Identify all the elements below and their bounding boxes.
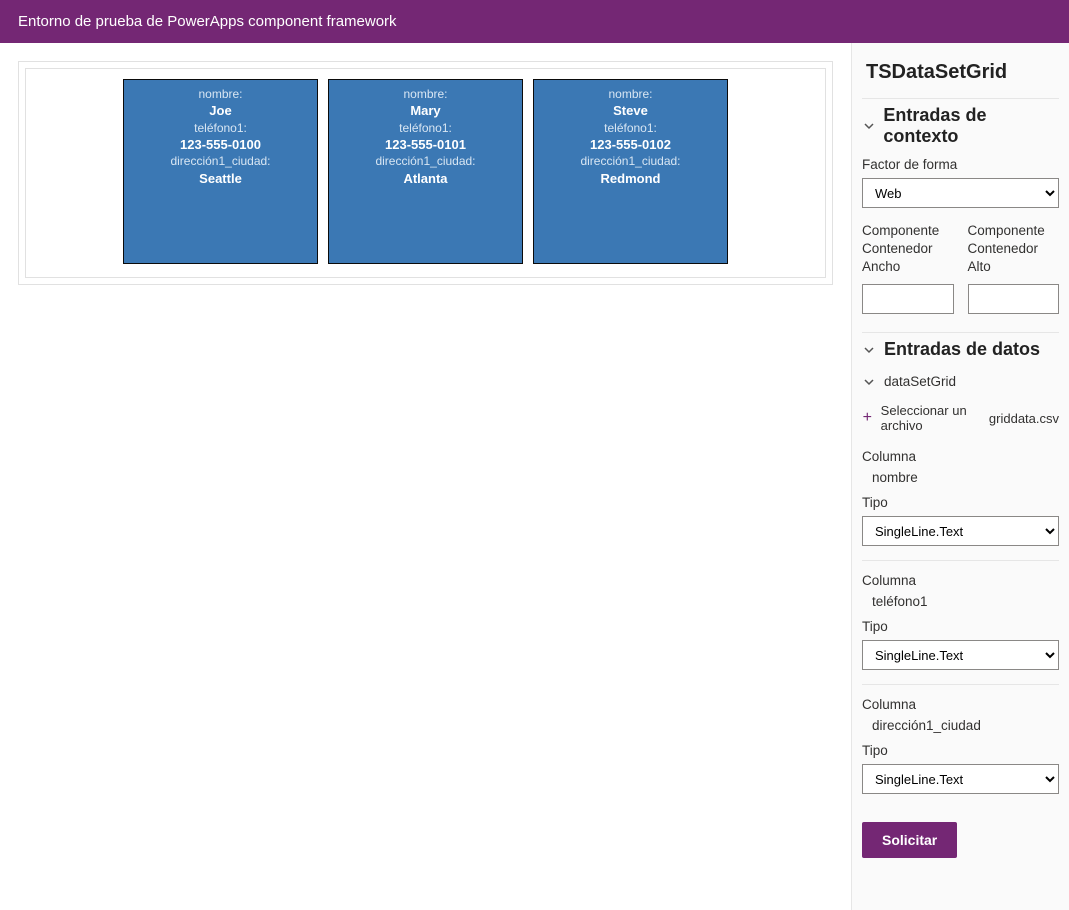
card-phone-value: 123-555-0102 bbox=[534, 136, 727, 154]
column-block: Columna nombre Tipo SingleLine.Text bbox=[862, 449, 1059, 546]
card-phone-label: teléfono1: bbox=[534, 120, 727, 136]
form-factor-field: Factor de forma Web bbox=[862, 157, 1059, 208]
canvas-inner: nombre: Joe teléfono1: 123-555-0100 dire… bbox=[25, 68, 826, 278]
card-city-value: Atlanta bbox=[329, 170, 522, 188]
selected-file-name: griddata.csv bbox=[989, 411, 1059, 426]
section-header-context[interactable]: Entradas de contexto bbox=[862, 98, 1059, 157]
card-name-label: nombre: bbox=[534, 86, 727, 102]
section-title-data: Entradas de datos bbox=[884, 339, 1040, 360]
container-dimensions: Componente Contenedor Ancho Componente C… bbox=[862, 222, 1059, 314]
chevron-down-icon bbox=[862, 375, 876, 389]
apply-button[interactable]: Solicitar bbox=[862, 822, 957, 858]
card-phone-label: teléfono1: bbox=[329, 120, 522, 136]
main-area: nombre: Joe teléfono1: 123-555-0100 dire… bbox=[0, 43, 1069, 910]
column-block: Columna teléfono1 Tipo SingleLine.Text bbox=[862, 573, 1059, 670]
card-name-label: nombre: bbox=[329, 86, 522, 102]
card-name-label: nombre: bbox=[124, 86, 317, 102]
card-city-value: Seattle bbox=[124, 170, 317, 188]
sidebar-component-name: TSDataSetGrid bbox=[866, 61, 1059, 84]
select-file-label: Seleccionar un archivo bbox=[881, 403, 981, 433]
record-card[interactable]: nombre: Steve teléfono1: 123-555-0102 di… bbox=[533, 79, 728, 264]
card-phone-value: 123-555-0101 bbox=[329, 136, 522, 154]
dataset-subsection[interactable]: dataSetGrid bbox=[862, 370, 1059, 399]
record-card[interactable]: nombre: Joe teléfono1: 123-555-0100 dire… bbox=[123, 79, 318, 264]
select-file-row[interactable]: + Seleccionar un archivo griddata.csv bbox=[862, 399, 1059, 449]
record-card[interactable]: nombre: Mary teléfono1: 123-555-0101 dir… bbox=[328, 79, 523, 264]
card-city-label: dirección1_ciudad: bbox=[329, 153, 522, 169]
form-factor-select[interactable]: Web bbox=[862, 178, 1059, 208]
chevron-down-icon bbox=[862, 343, 876, 357]
card-name-value: Joe bbox=[124, 102, 317, 120]
column-label: Columna bbox=[862, 573, 1059, 588]
card-phone-value: 123-555-0100 bbox=[124, 136, 317, 154]
topbar: Entorno de prueba de PowerApps component… bbox=[0, 0, 1069, 43]
column-label: Columna bbox=[862, 697, 1059, 712]
section-header-data[interactable]: Entradas de datos bbox=[862, 332, 1059, 370]
type-label: Tipo bbox=[862, 743, 1059, 758]
dataset-label: dataSetGrid bbox=[884, 374, 956, 389]
type-select[interactable]: SingleLine.Text bbox=[862, 764, 1059, 794]
form-factor-label: Factor de forma bbox=[862, 157, 1059, 172]
card-phone-label: teléfono1: bbox=[124, 120, 317, 136]
card-name-value: Mary bbox=[329, 102, 522, 120]
container-width-input[interactable] bbox=[862, 284, 954, 314]
card-city-value: Redmond bbox=[534, 170, 727, 188]
chevron-down-icon bbox=[862, 119, 875, 133]
container-height-input[interactable] bbox=[968, 284, 1060, 314]
type-select[interactable]: SingleLine.Text bbox=[862, 516, 1059, 546]
divider bbox=[862, 560, 1059, 561]
type-select[interactable]: SingleLine.Text bbox=[862, 640, 1059, 670]
column-value: nombre bbox=[872, 470, 1059, 485]
canvas-wrap: nombre: Joe teléfono1: 123-555-0100 dire… bbox=[0, 43, 851, 910]
card-city-label: dirección1_ciudad: bbox=[124, 153, 317, 169]
container-width-label: Componente Contenedor Ancho bbox=[862, 222, 954, 278]
section-title-context: Entradas de contexto bbox=[883, 105, 1059, 147]
card-name-value: Steve bbox=[534, 102, 727, 120]
canvas-outer: nombre: Joe teléfono1: 123-555-0100 dire… bbox=[18, 61, 833, 285]
card-city-label: dirección1_ciudad: bbox=[534, 153, 727, 169]
column-label: Columna bbox=[862, 449, 1059, 464]
sidebar: TSDataSetGrid Entradas de contexto Facto… bbox=[851, 43, 1069, 910]
type-label: Tipo bbox=[862, 619, 1059, 634]
column-value: dirección1_ciudad bbox=[872, 718, 1059, 733]
container-height-label: Componente Contenedor Alto bbox=[968, 222, 1060, 278]
plus-icon: + bbox=[862, 409, 873, 427]
column-block: Columna dirección1_ciudad Tipo SingleLin… bbox=[862, 697, 1059, 794]
type-label: Tipo bbox=[862, 495, 1059, 510]
column-value: teléfono1 bbox=[872, 594, 1059, 609]
topbar-title: Entorno de prueba de PowerApps component… bbox=[18, 13, 397, 30]
divider bbox=[862, 684, 1059, 685]
